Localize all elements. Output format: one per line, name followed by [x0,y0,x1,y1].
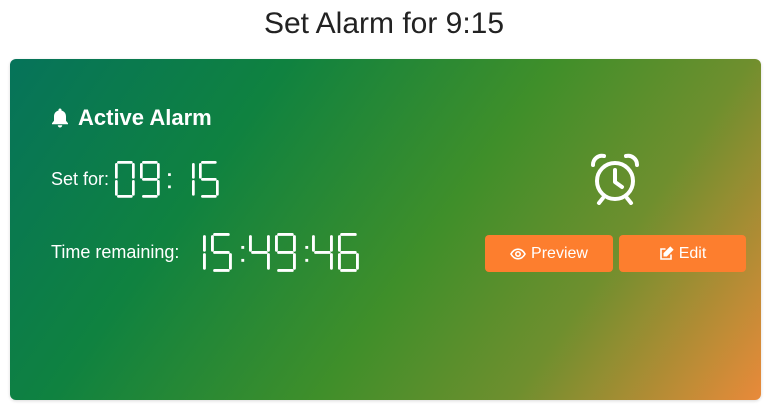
digit-9 [139,161,160,198]
page-title: Set Alarm for 9:15 [263,7,505,40]
set-for-row: Set for: [51,161,224,198]
time-remaining-value [185,233,363,272]
set-for-label: Set for: [51,168,110,189]
card-heading: Active Alarm [50,105,212,131]
digit-0 [115,161,135,198]
digit-4 [248,235,270,270]
digit-1 [203,235,207,270]
set-for-value [115,161,224,198]
active-alarm-card: Active Alarm Set for: Time remaining: Pr… [10,59,761,400]
eye-icon [510,247,526,260]
edit-icon [659,246,674,260]
preview-button-label: Preview [531,244,588,262]
time-remaining-label: Time remaining: [51,241,180,262]
alarm-clock-icon [591,153,639,205]
bell-icon [52,108,68,128]
digit-9 [274,233,296,272]
digit-colon [168,173,171,189]
digit-6 [337,233,359,272]
preview-button[interactable]: Preview [485,235,613,272]
digit-colon [304,245,308,262]
digit-5 [211,233,233,272]
digit-1 [191,163,195,196]
edit-button-label: Edit [678,244,707,262]
time-remaining-row: Time remaining: [51,233,364,272]
digit-colon [241,245,245,262]
card-heading-text: Active Alarm [78,105,212,130]
digit-4 [312,235,333,270]
edit-button[interactable]: Edit [619,235,746,272]
digit-5 [199,161,220,198]
